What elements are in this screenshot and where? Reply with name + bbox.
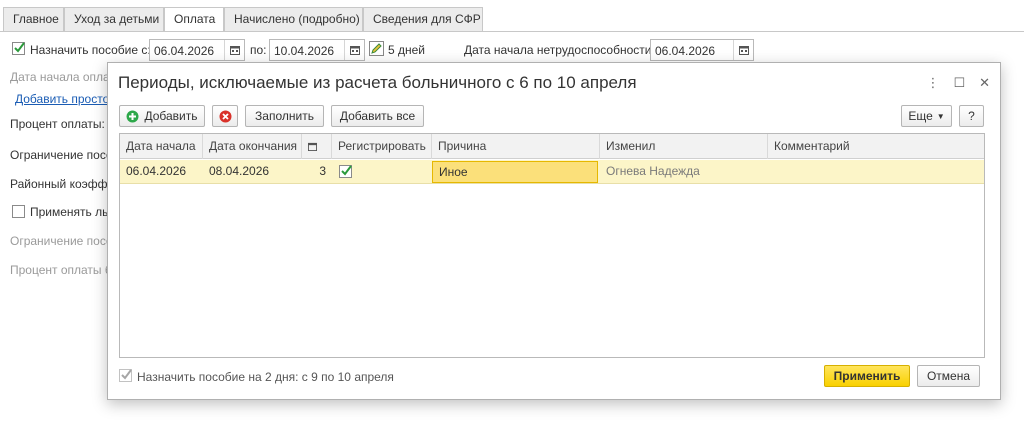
checkmark-icon (14, 42, 25, 53)
date-from-field[interactable]: 06.04.2026 (149, 39, 245, 61)
delete-icon (219, 110, 231, 122)
col-reason[interactable]: Причина (432, 134, 600, 159)
tab-accrued-detailed[interactable]: Начислено (подробно) (224, 7, 363, 31)
cell-register[interactable] (332, 160, 432, 184)
add-button-label: Добавить (144, 109, 198, 123)
col-register[interactable]: Регистрировать (332, 134, 432, 159)
col-days[interactable] (302, 134, 332, 159)
fill-button[interactable]: Заполнить (245, 105, 324, 127)
cancel-button[interactable]: Отмена (917, 365, 980, 387)
date-to-field[interactable]: 10.04.2026 (269, 39, 365, 61)
date-to-value: 10.04.2026 (274, 44, 335, 58)
cell-comment[interactable] (768, 160, 984, 184)
add-simple-link[interactable]: Добавить простои (15, 92, 116, 106)
apply-benefits-checkbox[interactable] (12, 205, 25, 218)
table-header: Дата начала Дата окончания Регистрироват… (120, 134, 984, 159)
col-changed-by[interactable]: Изменил (600, 134, 768, 159)
edit-pencil-icon[interactable] (369, 41, 384, 59)
close-icon[interactable]: ✕ (979, 75, 990, 91)
col-end-date[interactable]: Дата окончания (203, 134, 302, 159)
tab-main[interactable]: Главное (3, 7, 64, 31)
tab-divider (0, 31, 1024, 32)
assign-benefit-checkbox[interactable] (12, 42, 25, 55)
checkmark-icon (341, 165, 352, 176)
assign-benefit-footer-checkbox (119, 369, 132, 382)
date-to-label: по: (250, 43, 267, 57)
calendar-icon[interactable] (733, 40, 753, 60)
help-button[interactable]: ? (959, 105, 984, 127)
limit-label: Ограничение посо (10, 148, 113, 162)
periods-table: Дата начала Дата окончания Регистрироват… (119, 133, 985, 358)
add-all-button[interactable]: Добавить все (331, 105, 424, 127)
tab-childcare[interactable]: Уход за детьми (64, 7, 164, 31)
cell-changed-by[interactable]: Огнева Надежда (600, 160, 768, 184)
cell-end-date[interactable]: 08.04.2026 (203, 160, 302, 184)
register-checkbox[interactable] (339, 165, 352, 178)
dialog-window-controls: ⋮ ☐ ✕ (926, 75, 990, 91)
chevron-down-icon: ▼ (936, 111, 945, 121)
footer-assign-text: Назначить пособие на 2 дня: с 9 по 10 ап… (137, 370, 394, 384)
tab-payment[interactable]: Оплата (164, 7, 224, 32)
apply-benefits-label: Применять лы (30, 205, 111, 219)
cell-reason[interactable]: Иное (432, 161, 598, 183)
calendar-icon[interactable] (344, 40, 364, 60)
date-from-value: 06.04.2026 (154, 44, 215, 58)
tab-bar: Главное Уход за детьми Оплата Начислено … (3, 7, 483, 32)
limit2-label: Ограничение посо (10, 234, 113, 248)
days-count-label: 5 дней (388, 43, 426, 57)
maximize-icon[interactable]: ☐ (953, 75, 965, 91)
more-vertical-icon[interactable]: ⋮ (926, 75, 939, 91)
cell-start-date[interactable]: 06.04.2026 (120, 160, 203, 184)
excluded-periods-dialog: Периоды, исключаемые из расчета больничн… (107, 62, 1001, 400)
add-button[interactable]: Добавить (119, 105, 205, 127)
table-row[interactable]: 06.04.2026 08.04.2026 3 Иное Огнева Наде… (120, 160, 984, 184)
tab-sfr-info[interactable]: Сведения для СФР (363, 7, 483, 31)
col-comment[interactable]: Комментарий (768, 134, 984, 159)
col-start-date[interactable]: Дата начала (120, 134, 203, 159)
disability-start-label: Дата начала нетрудоспособности: (464, 43, 655, 57)
checkmark-icon (121, 369, 132, 380)
percent-label: Процент оплаты: (10, 117, 105, 131)
more-button[interactable]: Еще ▼ (901, 105, 952, 127)
payment-start-label: Дата начала оплат (10, 70, 115, 84)
disability-start-value: 06.04.2026 (655, 44, 716, 58)
assign-benefit-label: Назначить пособие с: (30, 43, 151, 57)
plus-circle-icon (126, 110, 139, 122)
percent2-label: Процент оплаты б (10, 263, 112, 277)
apply-button[interactable]: Применить (824, 365, 910, 387)
dialog-title: Периоды, исключаемые из расчета больничн… (118, 73, 637, 92)
disability-start-field[interactable]: 06.04.2026 (650, 39, 754, 61)
calendar-icon (308, 142, 317, 151)
delete-button[interactable] (212, 105, 238, 127)
district-coef-label: Районный коэффи (10, 177, 115, 191)
more-button-label: Еще (908, 109, 933, 123)
calendar-icon[interactable] (224, 40, 244, 60)
cell-days[interactable]: 3 (302, 160, 332, 184)
